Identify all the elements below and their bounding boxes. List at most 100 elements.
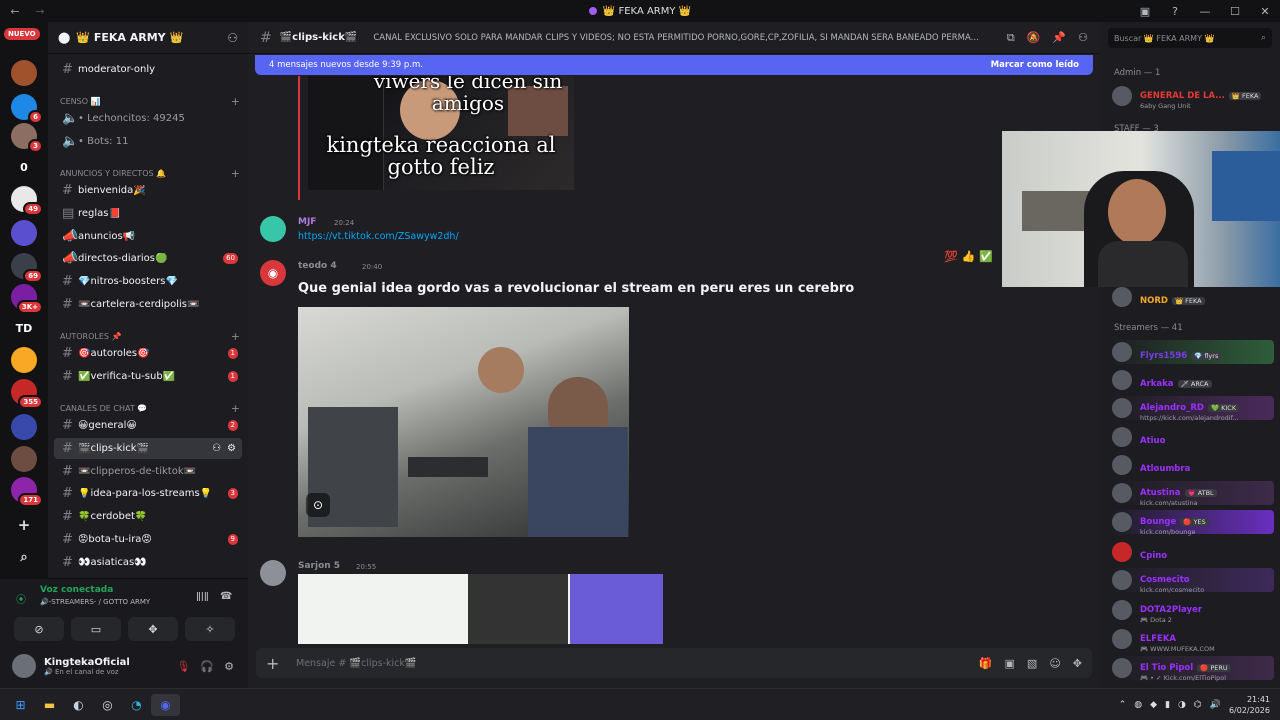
file-explorer-icon[interactable]: ▬ bbox=[35, 694, 64, 716]
add-channel-icon[interactable]: + bbox=[231, 402, 240, 415]
disconnect-icon[interactable]: ☎ bbox=[220, 591, 232, 602]
heart-icon[interactable]: 💯 bbox=[944, 250, 958, 263]
server-icon[interactable] bbox=[11, 347, 37, 373]
check-icon[interactable]: ✅ bbox=[979, 250, 993, 263]
gif-icon[interactable]: ▣ bbox=[1005, 657, 1015, 670]
maximize-button[interactable]: ☐ bbox=[1220, 5, 1250, 18]
member-item[interactable]: Flyrs1596 💎 flyrs bbox=[1112, 340, 1274, 364]
voice-status[interactable]: Voz conectada bbox=[40, 585, 113, 595]
channel-nitros-boosters[interactable]: # 💎nitros-boosters💎 bbox=[54, 271, 242, 292]
discover-icon[interactable]: ⌕ bbox=[11, 544, 37, 570]
channel-moderator-only[interactable]: # moderator-only bbox=[54, 59, 242, 80]
channel-clips-kick[interactable]: # 🎬clips-kick🎬 ⚇ ⚙ bbox=[54, 438, 242, 459]
help-icon[interactable]: ? bbox=[1160, 5, 1190, 18]
channel-general[interactable]: # 😀general😀 2 bbox=[54, 415, 242, 436]
sticker-icon[interactable]: ▧ bbox=[1027, 657, 1037, 670]
message-link[interactable]: https://vt.tiktok.com/ZSawyw2dh/ bbox=[298, 231, 459, 242]
channel-bienvenida[interactable]: # bienvenida🎉 bbox=[54, 180, 242, 201]
channel-reglas[interactable]: ▤ reglas📕 bbox=[54, 203, 242, 224]
camera-off-button[interactable]: ⊘ bbox=[14, 617, 64, 641]
edge-icon[interactable]: ◔ bbox=[122, 694, 151, 716]
server-icon[interactable] bbox=[11, 446, 37, 472]
avatar[interactable] bbox=[260, 216, 286, 242]
soundboard-button[interactable]: ✧ bbox=[185, 617, 235, 641]
guild-header[interactable]: ⬤ 👑 FEKA ARMY 👑 ⚇ bbox=[48, 22, 248, 54]
category-anuncios[interactable]: ANUNCIOS Y DIRECTOS 🔔 + bbox=[60, 167, 240, 180]
member-item[interactable]: Atiuo bbox=[1112, 425, 1274, 449]
server-icon[interactable]: 6 bbox=[11, 94, 43, 124]
voice-channel-censo[interactable]: 🔈 • Bots: 11 bbox=[54, 131, 242, 152]
voice-channel-censo[interactable]: 🔈 • Lechoncitos: 49245 bbox=[54, 108, 242, 129]
message-input[interactable]: Mensaje # 🎬clips-kick🎬 bbox=[296, 658, 979, 669]
message-author[interactable]: teodo 4 bbox=[298, 261, 337, 271]
attach-plus-icon[interactable]: + bbox=[266, 654, 296, 673]
server-icon[interactable] bbox=[11, 220, 37, 246]
mark-as-read-button[interactable]: Marcar como leído bbox=[991, 60, 1079, 70]
member-item[interactable]: Cosmecito kick.com/cosmecito bbox=[1112, 568, 1274, 594]
bell-off-icon[interactable]: 🔕 bbox=[1027, 31, 1041, 45]
channel-directos-diarios[interactable]: 📣 directos-diarios🟢 60 bbox=[54, 248, 242, 269]
pin-icon[interactable]: 📌 bbox=[1052, 31, 1066, 45]
new-badge[interactable]: NUEVO bbox=[4, 28, 40, 40]
headphones-muted-icon[interactable]: 🎧 bbox=[200, 660, 214, 673]
message-author[interactable]: Sarjon 5 bbox=[298, 561, 340, 571]
windows-start-icon[interactable]: ⊞ bbox=[6, 694, 35, 716]
channel-anuncios[interactable]: 📣 anuncios📢 bbox=[54, 226, 242, 247]
forward-arrow-icon[interactable]: → bbox=[30, 5, 50, 18]
gear-icon[interactable]: ⚙ bbox=[224, 660, 234, 673]
server-icon[interactable]: 69 bbox=[11, 253, 43, 283]
clock[interactable]: 21:41 6/02/2026 bbox=[1229, 694, 1270, 716]
obs-icon[interactable]: ◎ bbox=[93, 694, 122, 716]
search-input[interactable]: Buscar 👑 FEKA ARMY 👑 ⌕ bbox=[1108, 28, 1272, 48]
soundboard-icon[interactable]: ǁǀǁ bbox=[196, 591, 209, 602]
tray-app-icon[interactable]: ▮ bbox=[1165, 700, 1170, 710]
server-icon[interactable]: 49 bbox=[11, 186, 43, 216]
server-icon[interactable]: 3 bbox=[11, 123, 43, 153]
threads-icon[interactable]: ⧉ bbox=[1007, 31, 1015, 45]
back-arrow-icon[interactable]: ← bbox=[0, 5, 30, 18]
channel-cartelera[interactable]: # 📼cartelera-cerdipolis📼 bbox=[54, 294, 242, 315]
activities-button[interactable]: ✥ bbox=[128, 617, 178, 641]
message-image[interactable]: ⊙ bbox=[298, 307, 629, 537]
member-item[interactable]: Arkaka 🗡 ARCA bbox=[1112, 368, 1274, 392]
screen-share-button[interactable]: ▭ bbox=[71, 617, 121, 641]
add-channel-icon[interactable]: + bbox=[231, 167, 240, 180]
message-composer[interactable]: + Mensaje # 🎬clips-kick🎬 🎁 ▣ ▧ ☺ ✥ bbox=[256, 648, 1092, 678]
apps-icon[interactable]: ✥ bbox=[1073, 657, 1082, 670]
inbox-icon[interactable]: ▣ bbox=[1130, 5, 1160, 18]
message-author[interactable]: MJF bbox=[298, 217, 316, 227]
add-server-icon[interactable]: + bbox=[11, 512, 37, 538]
image-search-icon[interactable]: ⊙ bbox=[306, 493, 330, 517]
channel-asiaticas[interactable]: # 👀asiaticas👀 bbox=[54, 552, 242, 573]
tray-app-icon[interactable]: ◆ bbox=[1150, 700, 1157, 710]
steam-icon[interactable]: ◐ bbox=[64, 694, 93, 716]
server-icon[interactable]: 171 bbox=[11, 477, 43, 507]
server-icon[interactable] bbox=[11, 414, 37, 440]
category-chat[interactable]: CANALES DE CHAT 💬 + bbox=[60, 402, 240, 415]
category-censo[interactable]: CENSO 📊 + bbox=[60, 95, 240, 108]
tray-app-icon[interactable]: ◍ bbox=[1134, 700, 1142, 710]
add-channel-icon[interactable]: + bbox=[231, 95, 240, 108]
close-button[interactable]: ✕ bbox=[1250, 5, 1280, 18]
discord-logo-icon[interactable]: ◉ bbox=[260, 260, 286, 286]
discord-icon[interactable]: ◉ bbox=[151, 693, 180, 716]
add-member-icon[interactable]: ⚇ bbox=[212, 443, 221, 454]
member-item[interactable]: NORD 👑 FEKA bbox=[1112, 285, 1274, 309]
member-item[interactable]: Bounge 🔴 YES kick.com/bounge bbox=[1112, 510, 1274, 536]
minimize-button[interactable]: — bbox=[1190, 5, 1220, 18]
channel-topic[interactable]: CANAL EXCLUSIVO SOLO PARA MANDAR CLIPS Y… bbox=[373, 33, 993, 43]
member-item[interactable]: Alejandro_RD 💚 KICK https://kick.com/aleja… bbox=[1112, 396, 1274, 422]
add-member-icon[interactable]: ⚇ bbox=[227, 31, 238, 45]
emoji-icon[interactable]: ☺ bbox=[1049, 657, 1060, 670]
channel-verifica[interactable]: # ✅verifica-tu-sub✅ 1 bbox=[54, 366, 242, 387]
member-item[interactable]: El Tio Pipol 🔴 PERU 🎮 • ✓ Kick.com/ElTioPi… bbox=[1112, 656, 1274, 682]
members-icon[interactable]: ⚇ bbox=[1078, 31, 1088, 45]
server-icon[interactable]: TD bbox=[11, 315, 37, 341]
server-icon[interactable]: 0 bbox=[11, 154, 37, 180]
gift-icon[interactable]: 🎁 bbox=[979, 657, 993, 670]
volume-icon[interactable]: 🔊 bbox=[1210, 700, 1221, 710]
mic-muted-icon[interactable]: 🎙 bbox=[176, 660, 190, 673]
member-item[interactable]: ELFEKA 🎮 WWW.MUFEKA.COM bbox=[1112, 627, 1274, 653]
signal-icon[interactable]: ⦿ bbox=[16, 591, 26, 606]
member-item[interactable]: DOTA2Player 🎮 Dota 2 bbox=[1112, 598, 1274, 624]
